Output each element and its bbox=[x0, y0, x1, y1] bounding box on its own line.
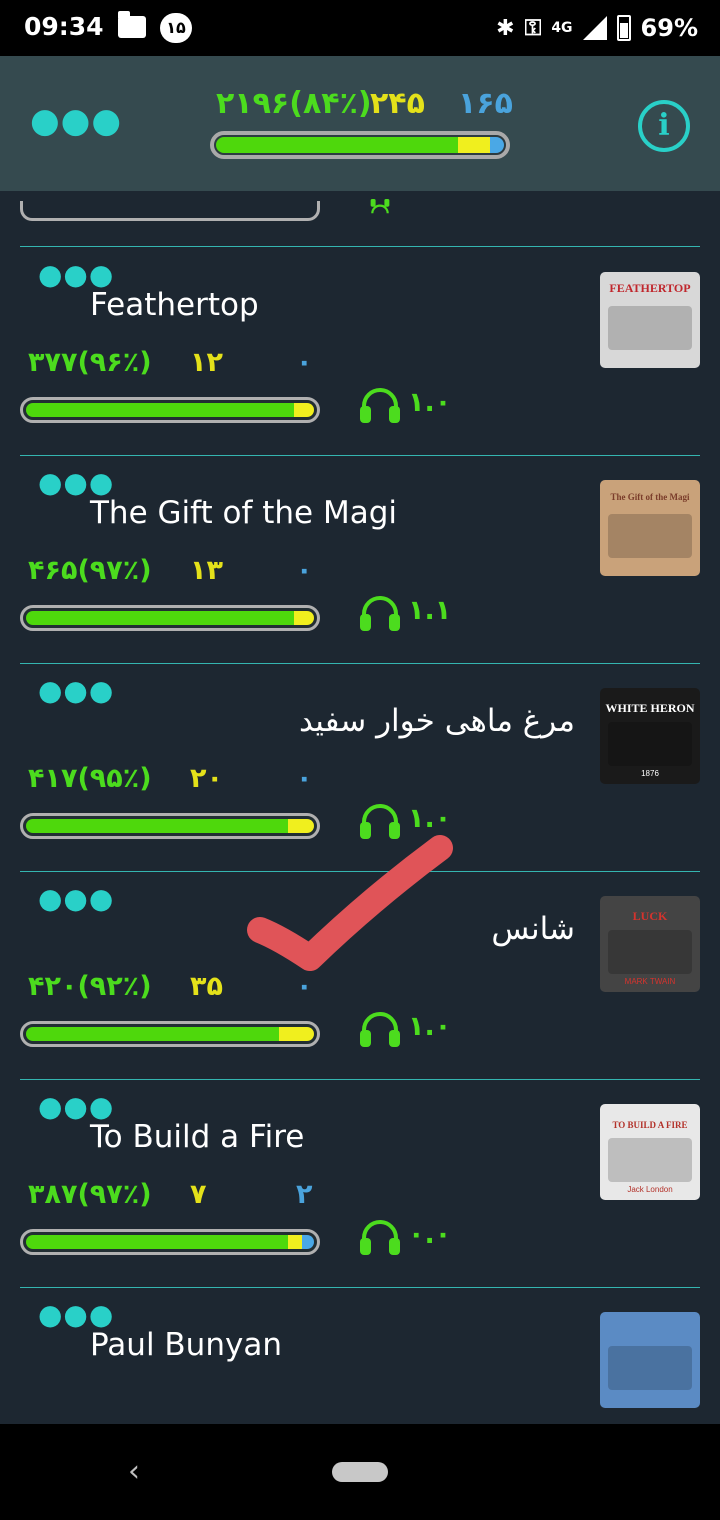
cover-title: The Gift of the Magi bbox=[611, 492, 690, 502]
status-icons: ✱ ⚿ 4G 69% bbox=[496, 13, 698, 43]
book-cover[interactable]: LUCK MARK TWAIN bbox=[600, 896, 700, 992]
known-count: ۳۷۷(۹۶٪) bbox=[28, 347, 152, 378]
total-stats: ۲۱۹۶(۸۴٪) ۲۴۵ ۱۶۵ bbox=[210, 86, 513, 126]
cover-title: WHITE HERON bbox=[605, 701, 694, 715]
progress-known bbox=[216, 137, 458, 153]
folder-icon bbox=[118, 11, 146, 38]
progress-known bbox=[26, 1027, 280, 1041]
audio-speed: ۰.۰ bbox=[408, 1219, 452, 1250]
headphones-icon[interactable] bbox=[358, 1216, 402, 1256]
book-row[interactable]: ●●● Feathertop FEATHERTOP ۳۷۷(۹۶٪) ۱۲ ۰ ۱.۰ bbox=[0, 247, 720, 456]
app-header: ●●● ۲۱۹۶(۸۴٪) ۲۴۵ ۱۶۵ i bbox=[0, 56, 720, 191]
cover-art: FEATHERTOP bbox=[608, 281, 692, 350]
book-row[interactable]: ●●● To Build a Fire TO BUILD A FIRE Jack L… bbox=[0, 1079, 720, 1288]
headphones-icon[interactable] bbox=[358, 592, 402, 632]
back-icon[interactable]: ‹ bbox=[128, 1454, 140, 1489]
progress-new bbox=[489, 137, 504, 153]
known-count: ۴۶۵(۹۷٪) bbox=[28, 555, 152, 586]
learning-count: ۱۲ bbox=[190, 347, 223, 378]
total-new-count: ۱۶۵ bbox=[458, 86, 513, 121]
learning-count: ۷ bbox=[190, 1179, 207, 1210]
home-pill[interactable] bbox=[332, 1462, 388, 1482]
row-menu-icon[interactable]: ●●● bbox=[38, 261, 114, 289]
status-bar: 09:34 ۱۵ ✱ ⚿ 4G 69% bbox=[0, 0, 720, 56]
bluetooth-icon: ✱ bbox=[496, 15, 515, 41]
learning-count: ۳۵ bbox=[190, 971, 223, 1002]
book-progress-bar bbox=[20, 1021, 320, 1047]
progress-new bbox=[302, 1235, 314, 1249]
headphones-icon[interactable] bbox=[358, 1008, 402, 1048]
progress-known bbox=[26, 403, 294, 417]
cover-art: LUCK MARK TWAIN bbox=[608, 909, 692, 986]
book-progress-bar bbox=[20, 605, 320, 631]
progress-learning bbox=[279, 1027, 314, 1041]
total-learning-count: ۲۴۵ bbox=[370, 86, 425, 121]
book-title[interactable]: To Build a Fire bbox=[90, 1119, 575, 1155]
checkmark-annotation bbox=[247, 835, 453, 971]
new-count: ۰ bbox=[296, 555, 313, 586]
audio-speed: ۱.۰ bbox=[408, 1011, 452, 1042]
learning-count: ۱۳ bbox=[190, 555, 223, 586]
book-list: ●●● Feathertop FEATHERTOP ۳۷۷(۹۶٪) ۱۲ ۰ ۱.۰… bbox=[0, 191, 720, 1424]
cover-subtitle: 1876 bbox=[641, 769, 659, 778]
progress-known bbox=[26, 611, 294, 625]
headphones-icon bbox=[370, 199, 390, 214]
total-known-count: ۲۱۹۶(۸۴٪) bbox=[216, 86, 372, 121]
new-count: ۰ bbox=[296, 763, 313, 794]
row-menu-icon[interactable]: ●●● bbox=[38, 677, 114, 705]
book-title[interactable]: The Gift of the Magi bbox=[90, 495, 575, 531]
known-count: ۳۸۷(۹۷٪) bbox=[28, 1179, 152, 1210]
row-menu-icon[interactable]: ●●● bbox=[38, 885, 114, 913]
progress-learning bbox=[293, 611, 314, 625]
cover-title: FEATHERTOP bbox=[609, 281, 690, 295]
row-menu-icon[interactable]: ●●● bbox=[38, 1093, 114, 1121]
notification-badge: ۱۵ bbox=[160, 13, 192, 43]
cover-art bbox=[608, 1346, 692, 1390]
info-button[interactable]: i bbox=[638, 100, 690, 152]
cover-art: WHITE HERON 1876 bbox=[605, 701, 694, 778]
cover-subtitle: Jack London bbox=[627, 1185, 672, 1194]
row-menu-icon[interactable]: ●●● bbox=[38, 469, 114, 497]
vpn-key-icon: ⚿ bbox=[524, 15, 542, 41]
progress-learning bbox=[457, 137, 490, 153]
navigation-bar: ‹ bbox=[0, 1424, 720, 1520]
more-menu-icon[interactable]: ●●● bbox=[30, 104, 122, 138]
cover-title: LUCK bbox=[633, 909, 668, 923]
new-count: ۰ bbox=[296, 347, 313, 378]
audio-speed: ۱.۰ bbox=[408, 387, 452, 418]
headphones-icon[interactable] bbox=[358, 384, 402, 424]
book-cover[interactable]: The Gift of the Magi bbox=[600, 480, 700, 576]
known-count: ۴۲۰(۹۲٪) bbox=[28, 971, 152, 1002]
status-time: 09:34 bbox=[24, 12, 104, 41]
book-title[interactable]: Paul Bunyan bbox=[90, 1327, 575, 1363]
known-count: ۴۱۷(۹۵٪) bbox=[28, 763, 152, 794]
cover-art: The Gift of the Magi bbox=[608, 492, 692, 558]
battery-icon bbox=[616, 15, 631, 41]
book-cover[interactable]: FEATHERTOP bbox=[600, 272, 700, 368]
audio-speed: ۱.۱ bbox=[408, 595, 452, 626]
book-title[interactable]: Feathertop bbox=[90, 287, 575, 323]
book-cover[interactable]: TO BUILD A FIRE Jack London bbox=[600, 1104, 700, 1200]
cover-art: TO BUILD A FIRE Jack London bbox=[608, 1120, 692, 1194]
new-count: ۲ bbox=[296, 1179, 313, 1210]
battery-level: 69% bbox=[640, 14, 698, 42]
cover-title: TO BUILD A FIRE bbox=[612, 1120, 687, 1130]
partial-progress-bar bbox=[20, 201, 320, 221]
book-progress-bar bbox=[20, 397, 320, 423]
cover-subtitle: MARK TWAIN bbox=[625, 977, 676, 986]
book-row[interactable]: ●●● Paul Bunyan bbox=[0, 1287, 720, 1424]
row-menu-icon[interactable]: ●●● bbox=[38, 1301, 114, 1329]
book-progress-bar bbox=[20, 1229, 320, 1255]
book-title[interactable]: مرغ ماهی خوار سفید bbox=[90, 703, 575, 739]
learning-count: ۲۰ bbox=[190, 763, 223, 794]
progress-known bbox=[26, 1235, 289, 1249]
progress-learning bbox=[293, 403, 314, 417]
book-cover[interactable]: WHITE HERON 1876 bbox=[600, 688, 700, 784]
total-progress-bar bbox=[210, 131, 510, 159]
signal-icon bbox=[582, 16, 607, 40]
book-row[interactable]: ●●● The Gift of the Magi The Gift of the … bbox=[0, 455, 720, 664]
book-cover[interactable] bbox=[600, 1312, 700, 1408]
network-type: 4G bbox=[551, 20, 573, 36]
progress-learning bbox=[288, 1235, 303, 1249]
